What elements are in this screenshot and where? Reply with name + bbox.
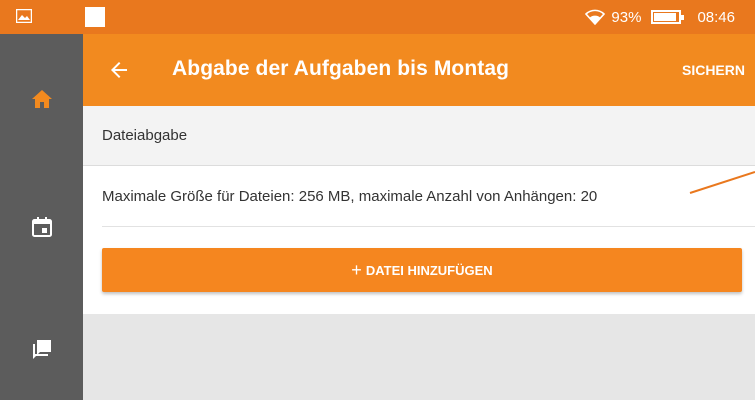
arrow-back-icon[interactable] — [107, 58, 131, 82]
wifi-icon — [585, 9, 606, 25]
battery-icon — [651, 10, 685, 24]
add-file-button[interactable]: + DATEI HINZUFÜGEN — [102, 248, 742, 292]
battery-percent: 93% — [611, 8, 642, 26]
add-file-button-label: DATEI HINZUFÜGEN — [365, 262, 493, 278]
calendar-icon[interactable] — [30, 215, 54, 239]
home-icon[interactable] — [30, 87, 54, 111]
status-bar-right: 93% 08:46 — [585, 0, 735, 34]
page-title: Abgabe der Aufgaben bis Montag — [172, 57, 510, 80]
side-navigation — [0, 34, 83, 400]
chat-icon[interactable] — [30, 338, 54, 362]
divider — [102, 226, 755, 227]
image-icon — [16, 9, 32, 23]
app-bar: Abgabe der Aufgaben bis Montag SICHERN — [83, 34, 755, 106]
status-bar: 93% 08:46 — [0, 0, 755, 34]
clock: 08:46 — [697, 8, 735, 26]
upload-limits-text: Maximale Größe für Dateien: 256 MB, maxi… — [102, 188, 598, 205]
section-title: Dateiabgabe — [102, 127, 188, 144]
submission-panel: Dateiabgabe Maximale Größe für Dateien: … — [83, 106, 755, 314]
save-button[interactable]: SICHERN — [682, 62, 745, 78]
notification-square-icon — [85, 7, 105, 27]
section-header: Dateiabgabe — [83, 106, 755, 166]
plus-icon: + — [351, 259, 362, 280]
